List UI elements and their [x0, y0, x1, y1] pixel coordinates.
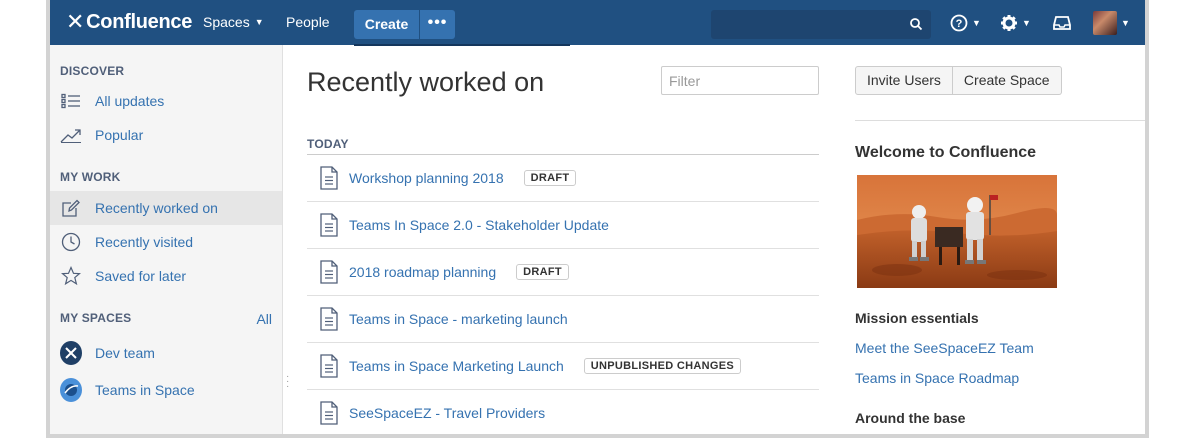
mission-essentials-heading: Mission essentials [855, 310, 979, 326]
section-today-label: TODAY [307, 137, 349, 151]
chevron-down-icon: ▼ [1022, 18, 1031, 28]
page-icon [320, 401, 338, 425]
welcome-heading: Welcome to Confluence [855, 144, 1037, 161]
sidebar-item-label: Popular [95, 127, 144, 143]
status-badge: UNPUBLISHED CHANGES [583, 358, 742, 374]
page-icon [320, 260, 338, 284]
space-actions: Invite Users Create Space [855, 66, 1062, 95]
edit-icon [60, 197, 82, 219]
sidebar-space-teams-in-space[interactable]: Teams in Space [50, 373, 282, 407]
roadmap-link[interactable]: Teams in Space Roadmap [855, 370, 1019, 386]
settings-menu[interactable]: ▼ [1000, 12, 1031, 34]
svg-text:?: ? [956, 18, 963, 30]
star-icon [60, 265, 82, 287]
chevron-down-icon: ▼ [1121, 18, 1130, 28]
sidebar-item-label: Recently worked on [95, 200, 218, 216]
list-item[interactable]: Teams in Space - marketing launch [307, 296, 819, 343]
list-icon [60, 90, 82, 112]
search-input[interactable] [711, 10, 931, 39]
my-spaces-heading: MY SPACES [60, 311, 132, 325]
sidebar-item-recently-worked-on[interactable]: Recently worked on [50, 191, 282, 225]
space-icon-wrapper [60, 378, 82, 402]
notifications-button[interactable] [1053, 12, 1071, 34]
page-icon [320, 354, 338, 378]
help-icon: ? [950, 14, 968, 32]
sidebar-item-label: Teams in Space [95, 382, 195, 398]
help-menu[interactable]: ? ▼ [950, 12, 981, 34]
list-item-title[interactable]: SeeSpaceEZ - Travel Providers [349, 405, 545, 421]
main-content: Recently worked on TODAY Workshop planni… [283, 45, 833, 434]
sidebar-space-dev-team[interactable]: Dev team [50, 336, 282, 370]
sidebar-item-label: Saved for later [95, 268, 187, 284]
confluence-x-icon: ✕ [66, 9, 85, 34]
chevron-down-icon: ▼ [972, 18, 981, 28]
list-item-title[interactable]: Workshop planning 2018 [349, 170, 504, 186]
page-title: Recently worked on [307, 67, 545, 97]
sidebar-item-label: Dev team [95, 345, 155, 361]
trend-icon [60, 124, 82, 146]
list-item-title[interactable]: Teams in Space - marketing launch [349, 311, 568, 327]
user-menu[interactable]: ▼ [1093, 11, 1130, 35]
invite-users-button[interactable]: Invite Users [855, 66, 953, 95]
status-badge: DRAFT [516, 264, 569, 280]
clock-icon [60, 231, 82, 253]
list-item-title[interactable]: 2018 roadmap planning [349, 264, 496, 280]
avatar [1093, 11, 1117, 35]
discover-heading: DISCOVER [60, 64, 125, 78]
logo-text: Confluence [86, 10, 193, 33]
more-create-button[interactable]: ••• [420, 10, 455, 39]
people-link[interactable]: People [286, 0, 330, 45]
sidebar: DISCOVER All updates Popular MY WORK Rec… [50, 45, 283, 434]
space-icon-wrapper [60, 341, 82, 365]
my-work-heading: MY WORK [60, 170, 121, 184]
sidebar-item-popular[interactable]: Popular [50, 118, 282, 152]
list-item[interactable]: SeeSpaceEZ - Travel Providers [307, 390, 819, 434]
sidebar-item-recently-visited[interactable]: Recently visited [50, 225, 282, 259]
spaces-label: Spaces [203, 14, 250, 30]
list-item[interactable]: Workshop planning 2018 DRAFT [307, 155, 819, 202]
top-navigation-bar: ✕ Confluence Spaces ▼ People Create ••• ?… [50, 0, 1145, 46]
dev-team-avatar [60, 341, 82, 365]
list-item[interactable]: Teams in Space Marketing Launch UNPUBLISH… [307, 343, 819, 390]
list-item[interactable]: 2018 roadmap planning DRAFT [307, 249, 819, 296]
sidebar-item-label: All updates [95, 93, 165, 109]
create-space-button[interactable]: Create Space [952, 66, 1062, 95]
status-badge: DRAFT [523, 170, 577, 186]
meet-team-link[interactable]: Meet the SeeSpaceEZ Team [855, 340, 1034, 356]
sidebar-item-all-updates[interactable]: All updates [50, 84, 282, 118]
confluence-logo[interactable]: ✕ Confluence [66, 9, 193, 34]
page-icon [320, 307, 338, 331]
mars-astronauts-image [857, 175, 1057, 288]
list-item-title[interactable]: Teams In Space 2.0 - Stakeholder Update [349, 217, 609, 233]
right-panel: Invite Users Create Space Welcome to Con… [833, 45, 1145, 434]
sidebar-item-saved-for-later[interactable]: Saved for later [50, 259, 282, 293]
sidebar-item-label: Recently visited [95, 234, 194, 250]
page-icon [320, 166, 338, 190]
around-the-base-heading: Around the base [855, 410, 966, 426]
teams-in-space-avatar [60, 378, 82, 402]
list-item[interactable]: Teams In Space 2.0 - Stakeholder Update [307, 202, 819, 249]
right-divider [855, 120, 1145, 121]
filter-input[interactable] [661, 66, 819, 95]
create-button[interactable]: Create [354, 10, 419, 39]
spaces-menu[interactable]: Spaces ▼ [203, 0, 264, 45]
chevron-down-icon: ▼ [254, 17, 264, 27]
page-icon [320, 213, 338, 237]
all-spaces-link[interactable]: All [256, 311, 272, 327]
gear-icon [1001, 15, 1017, 31]
list-item-title[interactable]: Teams in Space Marketing Launch [349, 358, 564, 374]
search-icon [910, 18, 923, 31]
app-window: ✕ Confluence Spaces ▼ People Create ••• ?… [46, 0, 1149, 438]
inbox-icon [1053, 16, 1071, 30]
